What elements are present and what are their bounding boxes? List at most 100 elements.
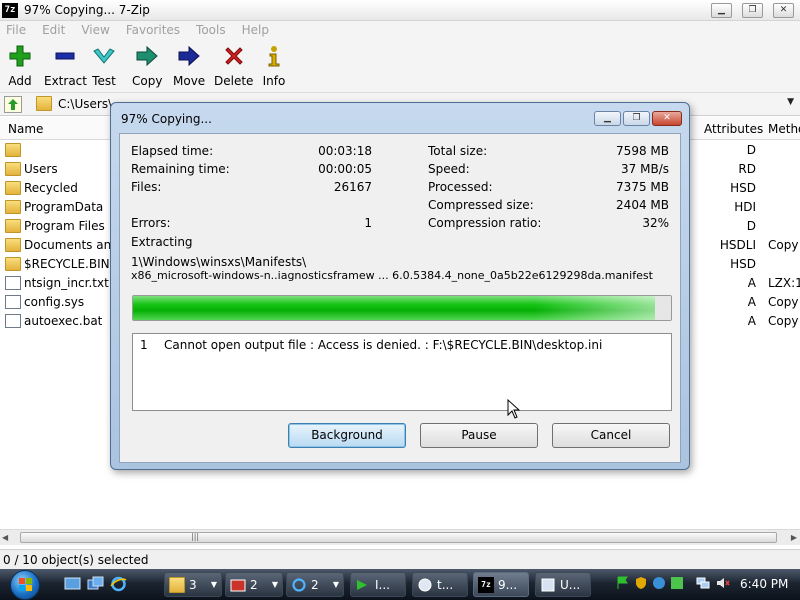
copy-progress-dialog: 97% Copying... ▁ ❐ ✕ Elapsed time: 00:03… <box>110 102 690 470</box>
taskbar-count: 2 <box>250 578 258 592</box>
menu-edit[interactable]: Edit <box>34 21 73 39</box>
scroll-right-icon[interactable]: ▶ <box>791 533 797 542</box>
operation-label: Extracting <box>131 235 193 249</box>
tray-app-icon[interactable] <box>670 576 684 590</box>
address-dropdown-icon[interactable]: ▼ <box>787 97 794 107</box>
taskbar-window-label: U... <box>560 578 581 592</box>
system-tray: 6:40 PM <box>612 572 800 597</box>
compression-ratio-value: 32% <box>642 216 669 230</box>
scrollbar-thumb[interactable]: ||| <box>20 532 777 543</box>
status-bar: 0 / 10 object(s) selected <box>0 549 800 569</box>
file-method: Copy <box>768 295 799 309</box>
file-name: Users <box>24 162 58 176</box>
folder-icon <box>36 96 52 111</box>
error-list[interactable]: 1 Cannot open output file : Access is den… <box>132 333 672 411</box>
taskbar-window[interactable]: U... <box>535 572 591 597</box>
taskbar-count: 3 <box>189 578 197 592</box>
move-arrow-icon <box>178 45 200 67</box>
file-attributes: HSD <box>730 181 756 195</box>
up-folder-icon[interactable] <box>4 96 22 113</box>
add-button[interactable]: Add <box>8 44 32 88</box>
processed-label: Processed: <box>428 180 493 194</box>
menu-help[interactable]: Help <box>234 21 277 39</box>
taskbar-group-explorer[interactable]: 3 ▼ <box>164 572 222 597</box>
address-path[interactable]: C:\Users\ <box>58 97 112 111</box>
pause-button[interactable]: Pause <box>420 423 538 448</box>
internet-explorer-icon[interactable] <box>110 576 127 592</box>
progress-bar-highlight <box>534 296 655 320</box>
system-clock[interactable]: 6:40 PM <box>740 577 788 591</box>
folder-icon <box>5 219 21 233</box>
folder-icon <box>5 200 21 214</box>
dialog-body: Elapsed time: 00:03:18 Remaining time: 0… <box>119 133 681 463</box>
column-method[interactable]: Metho <box>768 122 800 136</box>
menu-file[interactable]: File <box>0 21 34 39</box>
menu-tools[interactable]: Tools <box>188 21 234 39</box>
switch-windows-icon[interactable] <box>87 576 104 592</box>
folder-icon <box>5 181 21 195</box>
dialog-minimize-button[interactable]: ▁ <box>594 111 621 126</box>
minimize-button[interactable]: ▁ <box>711 3 732 18</box>
taskbar-window[interactable]: I... <box>350 572 406 597</box>
flag-icon[interactable] <box>616 576 630 590</box>
error-item[interactable]: 1 Cannot open output file : Access is den… <box>140 338 602 352</box>
file-name: Program Files <box>24 219 105 233</box>
column-name[interactable]: Name <box>8 122 43 136</box>
add-label: Add <box>8 74 32 88</box>
taskbar-group-ie[interactable]: 2 ▼ <box>286 572 344 597</box>
close-button[interactable]: ✕ <box>773 3 794 18</box>
delete-button[interactable]: Delete <box>214 44 253 88</box>
horizontal-scrollbar[interactable]: ◀ ||| ▶ <box>0 529 800 545</box>
dialog-restore-button[interactable]: ❐ <box>623 111 650 126</box>
scroll-left-icon[interactable]: ◀ <box>2 533 8 542</box>
processed-value: 7375 MB <box>616 180 669 194</box>
taskbar-window-label: t... <box>437 578 454 592</box>
cancel-button[interactable]: Cancel <box>552 423 670 448</box>
file-name: Recycled <box>24 181 78 195</box>
volume-muted-icon[interactable] <box>716 576 730 590</box>
current-path: 1\Windows\winsxs\Manifests\ <box>131 255 307 269</box>
move-button[interactable]: Move <box>173 44 205 88</box>
maximize-button[interactable]: ❐ <box>742 3 763 18</box>
start-button[interactable] <box>10 570 40 600</box>
test-button[interactable]: Test <box>92 44 116 88</box>
current-file: x86_microsoft-windows-n..iagnosticsframe… <box>131 269 653 282</box>
app-icon <box>230 579 246 592</box>
column-attributes[interactable]: Attributes <box>704 122 763 136</box>
checkmark-icon <box>93 48 115 64</box>
background-button[interactable]: Background <box>288 423 406 448</box>
file-attributes: A <box>747 276 756 290</box>
7zip-app-icon: 7z <box>2 3 18 18</box>
file-method: Copy <box>768 238 799 252</box>
copy-button[interactable]: Copy <box>132 44 162 88</box>
file-name: $RECYCLE.BIN <box>24 257 110 271</box>
extract-button[interactable]: Extract <box>44 44 87 88</box>
taskbar-window-label: 9... <box>498 578 518 592</box>
security-shield-icon[interactable] <box>634 576 648 590</box>
info-button[interactable]: Info <box>262 44 286 88</box>
terminal-icon <box>357 580 367 590</box>
file-attributes: A <box>747 314 756 328</box>
folder-icon <box>5 143 21 157</box>
show-desktop-icon[interactable] <box>64 576 81 592</box>
taskbar-count: 2 <box>311 578 319 592</box>
antivirus-icon[interactable] <box>652 576 666 590</box>
info-label: Info <box>262 74 286 88</box>
menu-favorites[interactable]: Favorites <box>118 21 188 39</box>
taskbar-group-app[interactable]: 2 ▼ <box>225 572 283 597</box>
elapsed-time-value: 00:03:18 <box>318 144 372 158</box>
taskbar-window[interactable]: t... <box>412 572 468 597</box>
file-name: autoexec.bat <box>24 314 103 328</box>
network-icon[interactable] <box>696 576 710 590</box>
folder-icon <box>5 257 21 271</box>
dialog-close-button[interactable]: ✕ <box>652 111 682 126</box>
copy-label: Copy <box>132 74 163 88</box>
menu-view[interactable]: View <box>73 21 117 39</box>
taskbar-window-7zip[interactable]: 7z 9... <box>473 572 529 597</box>
errors-value: 1 <box>364 216 372 230</box>
folder-icon <box>5 162 21 176</box>
folder-icon <box>169 577 185 593</box>
copy-arrow-icon <box>136 45 158 67</box>
mouse-cursor-icon <box>507 399 521 419</box>
window-title: 97% Copying... 7-Zip <box>24 3 150 17</box>
